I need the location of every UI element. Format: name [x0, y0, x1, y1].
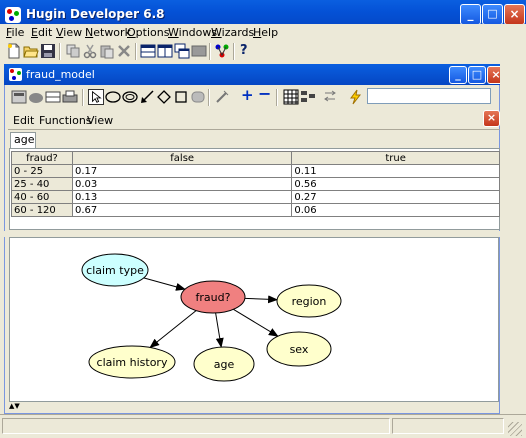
node-claim-type[interactable]: claim type: [81, 253, 149, 287]
status-panel-info: [392, 418, 504, 434]
node-region[interactable]: region: [276, 284, 342, 318]
node-fraud[interactable]: fraud?: [180, 280, 246, 314]
status-panel-main: [2, 418, 390, 434]
edge-fraud-to-region[interactable]: [244, 295, 279, 304]
node-sex[interactable]: sex: [266, 331, 332, 367]
network-graph: claim type fraud? region claim history age se…: [81, 253, 342, 382]
canvas-scroll-arrows[interactable]: ▲▼: [9, 402, 27, 410]
node-age[interactable]: age: [193, 346, 255, 382]
node-label: age: [214, 358, 235, 371]
edge-fraud-to-age[interactable]: [215, 312, 224, 349]
edge-claim_type-to-fraud[interactable]: [143, 277, 186, 291]
resize-grip[interactable]: [508, 422, 522, 436]
node-label: region: [292, 295, 327, 308]
edge-fraud-to-sex[interactable]: [233, 308, 279, 337]
node-claim-history[interactable]: claim history: [88, 345, 176, 379]
node-label: claim type: [86, 264, 144, 277]
window-edge: [500, 64, 510, 414]
edge-fraud-to-claim_history[interactable]: [149, 310, 197, 349]
node-label: sex: [290, 343, 309, 356]
node-label: fraud?: [196, 291, 231, 304]
node-label: claim history: [97, 356, 168, 369]
